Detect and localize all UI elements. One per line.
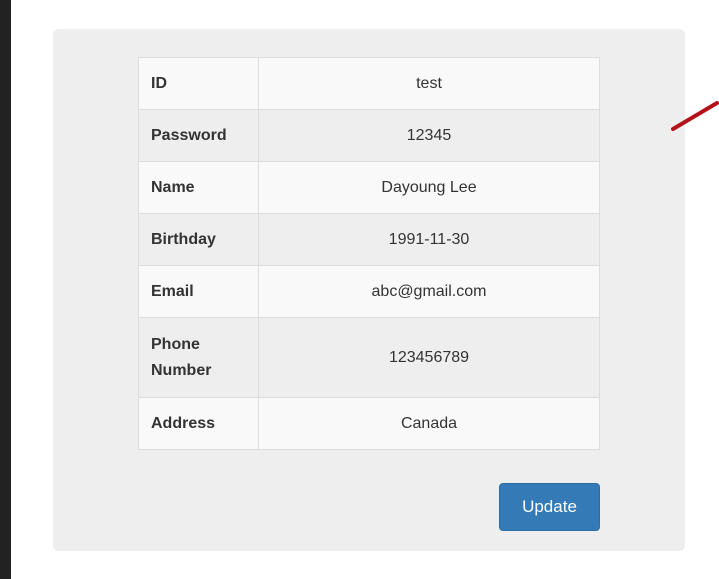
table-row: Name Dayoung Lee — [138, 161, 600, 214]
row-value: 1991-11-30 — [258, 213, 600, 266]
user-info-table: ID test Password 12345 Name Dayoung Lee … — [138, 57, 600, 450]
row-label: Phone Number — [138, 317, 259, 398]
row-value: Dayoung Lee — [258, 161, 600, 214]
row-label: Address — [138, 397, 259, 450]
annotation-arrow-icon — [671, 101, 719, 131]
page: ID test Password 12345 Name Dayoung Lee … — [11, 0, 719, 579]
row-label: Password — [138, 109, 259, 162]
row-value: 123456789 — [258, 317, 600, 398]
row-value: abc@gmail.com — [258, 265, 600, 318]
table-row: ID test — [138, 57, 600, 110]
user-info-card: ID test Password 12345 Name Dayoung Lee … — [53, 29, 685, 551]
table-row: Password 12345 — [138, 109, 600, 162]
row-label: Email — [138, 265, 259, 318]
table-row: Address Canada — [138, 397, 600, 450]
table-row: Birthday 1991-11-30 — [138, 213, 600, 266]
row-value: Canada — [258, 397, 600, 450]
table-row: Phone Number 123456789 — [138, 317, 600, 398]
row-value: 12345 — [258, 109, 600, 162]
row-value: test — [258, 57, 600, 110]
update-button[interactable]: Update — [499, 483, 600, 531]
row-label: Birthday — [138, 213, 259, 266]
row-label: ID — [138, 57, 259, 110]
row-label: Name — [138, 161, 259, 214]
table-row: Email abc@gmail.com — [138, 265, 600, 318]
